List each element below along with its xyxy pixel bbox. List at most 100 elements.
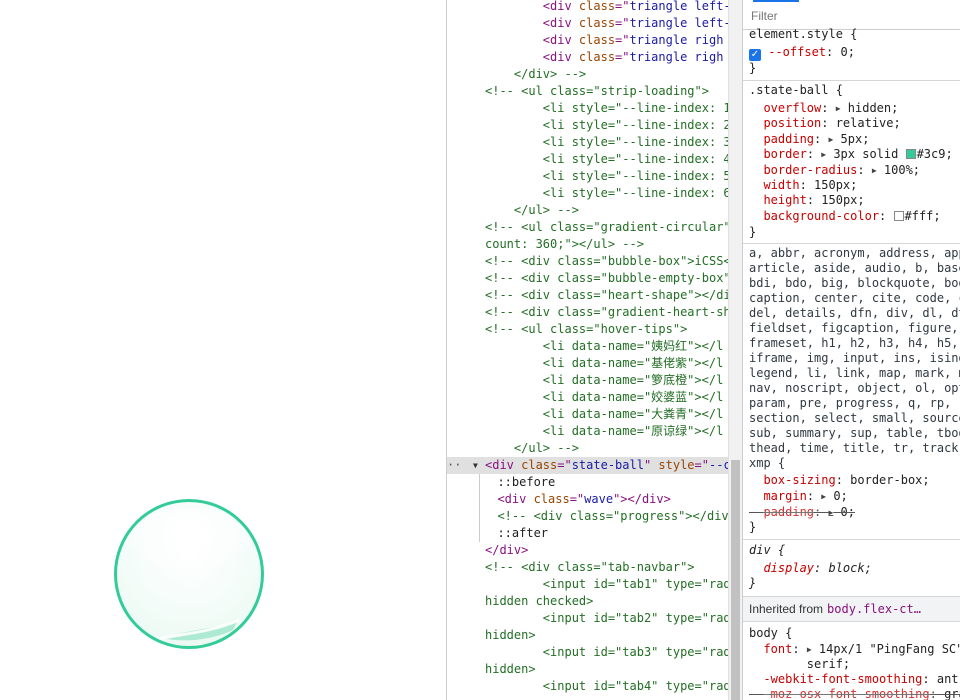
css-property[interactable]: padding — [763, 132, 814, 146]
dom-node-line[interactable]: </ul> --> — [447, 440, 728, 457]
css-value[interactable]: 5px; — [841, 132, 870, 146]
reset-selector-line[interactable]: iframe, img, input, ins, isind — [749, 351, 960, 366]
expand-arrow-icon[interactable]: ▶ — [807, 645, 812, 654]
reset-selector-line[interactable]: a, abbr, acronym, address, app — [749, 246, 960, 261]
overridden-declaration[interactable]: padding: ▶ 0; — [749, 505, 855, 520]
expand-arrow-icon[interactable]: ▶ — [821, 150, 826, 159]
css-property[interactable]: border — [763, 147, 806, 161]
css-value[interactable]: 150px; — [814, 178, 857, 192]
css-declaration[interactable]: background-color: #fff; — [749, 209, 941, 224]
css-value[interactable]: ant — [937, 672, 959, 686]
dom-node-line[interactable]: <li style="--line-index: 6 — [447, 185, 728, 202]
state-ball[interactable] — [114, 499, 264, 649]
dom-node-line[interactable]: <li style="--line-index: 3 — [447, 134, 728, 151]
dom-node-line[interactable]: ::after — [447, 525, 728, 542]
css-value[interactable]: #fff; — [905, 209, 941, 223]
filter-input[interactable] — [749, 6, 949, 26]
expand-arrow-icon[interactable]: ▶ — [872, 166, 877, 175]
expand-arrow-icon[interactable]: ▶ — [828, 508, 833, 517]
dom-node-line[interactable]: <!-- <div class="bubble-box">iCSS< — [447, 253, 728, 270]
dom-node-line[interactable]: <li style="--line-index: 1 — [447, 100, 728, 117]
reset-selector-line[interactable]: thead, time, title, tr, track, — [749, 441, 960, 456]
dom-node-line[interactable]: </div> --> — [447, 66, 728, 83]
body-selector[interactable]: body { — [749, 626, 792, 641]
css-value[interactable]: border-box; — [850, 473, 929, 487]
dom-node-line[interactable]: <li data-name="姣婆蓝"></l — [447, 389, 728, 406]
reset-selector-line[interactable]: frameset, h1, h2, h3, h4, h5, — [749, 336, 959, 351]
dom-node-line[interactable]: <!-- <div class="progress"></div — [447, 508, 728, 525]
reset-selector-line[interactable]: article, aside, audio, b, base — [749, 261, 960, 276]
dom-node-line[interactable]: hidden> — [447, 627, 728, 644]
reset-selector-line[interactable]: bdi, bdo, big, blockquote, bod — [749, 276, 960, 291]
inherited-from-link[interactable]: body.flex-ct… — [827, 602, 921, 616]
css-declaration[interactable]: padding: ▶ 5px; — [749, 132, 869, 147]
dom-node-line[interactable]: <li data-name="箩底橙"></l — [447, 372, 728, 389]
css-property[interactable]: padding — [763, 505, 814, 519]
checkbox-checked-icon[interactable]: ✓ — [749, 49, 761, 61]
css-property[interactable]: width — [763, 178, 799, 192]
css-declaration[interactable]: height: 150px; — [749, 193, 864, 208]
css-declaration[interactable]: overflow: ▶ hidden; — [749, 101, 898, 116]
reset-selector-line[interactable]: xmp { — [749, 456, 785, 471]
expand-arrow-icon[interactable]: ▶ — [821, 492, 826, 501]
css-property[interactable]: -webkit-font-smoothing — [763, 672, 922, 686]
css-declaration[interactable]: position: relative; — [749, 116, 901, 131]
css-value[interactable]: 0; — [833, 489, 847, 503]
dom-node-line[interactable]: <!-- <div class="heart-shape"></di — [447, 287, 728, 304]
dom-node-line[interactable]: <!-- <div class="gradient-heart-sh — [447, 304, 728, 321]
css-property[interactable]: box-sizing — [763, 473, 835, 487]
dom-node-line[interactable]: <!-- <div class="tab-navbar"> — [447, 559, 728, 576]
reset-selector-line[interactable]: param, pre, progress, q, rp, r — [749, 396, 960, 411]
css-value[interactable]: 3px solid — [833, 147, 905, 161]
css-value[interactable]: hidden; — [848, 101, 899, 115]
dom-node-line[interactable]: <!-- <div class="bubble-empty-box" — [447, 270, 728, 287]
dom-node-line[interactable]: <li style="--line-index: 5 — [447, 168, 728, 185]
reset-selector-line[interactable]: legend, li, link, map, mark, m — [749, 366, 960, 381]
css-declaration[interactable]: box-sizing: border-box; — [749, 473, 929, 488]
css-value[interactable]: 150px; — [821, 193, 864, 207]
css-declaration[interactable]: serif; — [749, 657, 850, 672]
dom-node-line[interactable]: </ul> --> — [447, 202, 728, 219]
dom-node-selected[interactable]: ··▼<div class="state-ball" style="--c — [447, 457, 728, 474]
dom-node-line[interactable]: <li data-name="原谅绿"></l — [447, 423, 728, 440]
dom-node-line[interactable]: ::before — [447, 474, 728, 491]
css-property[interactable]: background-color — [763, 209, 879, 223]
expand-arrow-icon[interactable]: ▶ — [836, 104, 841, 113]
dom-node-line[interactable]: </div> — [447, 542, 728, 559]
reset-selector-line[interactable]: section, select, small, source — [749, 411, 960, 426]
reset-selector-line[interactable]: del, details, dfn, div, dl, dt — [749, 306, 960, 321]
dom-node-line[interactable]: <li style="--line-index: 2 — [447, 117, 728, 134]
reset-selector-line[interactable]: caption, center, cite, code, c — [749, 291, 960, 306]
dom-node-line[interactable]: <input id="tab3" type="rad — [447, 644, 728, 661]
elements-scrollbar-thumb[interactable] — [731, 460, 740, 700]
css-property[interactable]: font — [763, 642, 792, 656]
more-dots-icon[interactable]: ·· — [447, 457, 463, 474]
dom-node-line[interactable]: count: 360;"></ul> --> — [447, 236, 728, 253]
expand-triangle-icon[interactable]: ▼ — [473, 457, 478, 474]
dom-node-line[interactable]: <li data-name="基佬紫"></l — [447, 355, 728, 372]
css-value[interactable]: serif; — [807, 657, 850, 671]
elements-panel[interactable]: <div class="triangle left- <div class="t… — [446, 0, 728, 700]
css-property[interactable]: margin — [763, 489, 806, 503]
css-declaration[interactable]: font: ▶ 14px/1 "PingFang SC" — [749, 642, 960, 657]
css-property[interactable]: height — [763, 193, 806, 207]
dom-node-line[interactable]: <input id="tab2" type="rad — [447, 610, 728, 627]
css-declaration[interactable]: -webkit-font-smoothing: ant — [749, 672, 959, 687]
elements-scrollbar[interactable] — [728, 0, 742, 700]
css-value[interactable]: 100%; — [884, 163, 920, 177]
dom-node-line[interactable]: <!-- <ul class="strip-loading"> — [447, 83, 728, 100]
css-value[interactable]: 14px/1 "PingFang SC" — [819, 642, 960, 656]
dom-node-line[interactable]: <input id="tab4" type="rad — [447, 678, 728, 695]
dom-node-line[interactable]: <div class="triangle left- — [447, 15, 728, 32]
css-value[interactable]: relative; — [836, 116, 901, 130]
css-declaration[interactable]: width: 150px; — [749, 178, 857, 193]
color-swatch-icon[interactable] — [905, 149, 916, 160]
dom-node-line[interactable]: <!-- <ul class="gradient-circular" — [447, 219, 728, 236]
css-property[interactable]: position — [763, 116, 821, 130]
dom-node-line[interactable]: <div class="triangle righ — [447, 32, 728, 49]
expand-arrow-icon[interactable]: ▶ — [828, 135, 833, 144]
reset-selector-line[interactable]: fieldset, figcaption, figure, — [749, 321, 959, 336]
dom-node-line[interactable]: <input id="tab1" type="rad — [447, 576, 728, 593]
css-property[interactable]: border-radius — [763, 163, 857, 177]
css-value[interactable]: gra — [944, 687, 960, 700]
